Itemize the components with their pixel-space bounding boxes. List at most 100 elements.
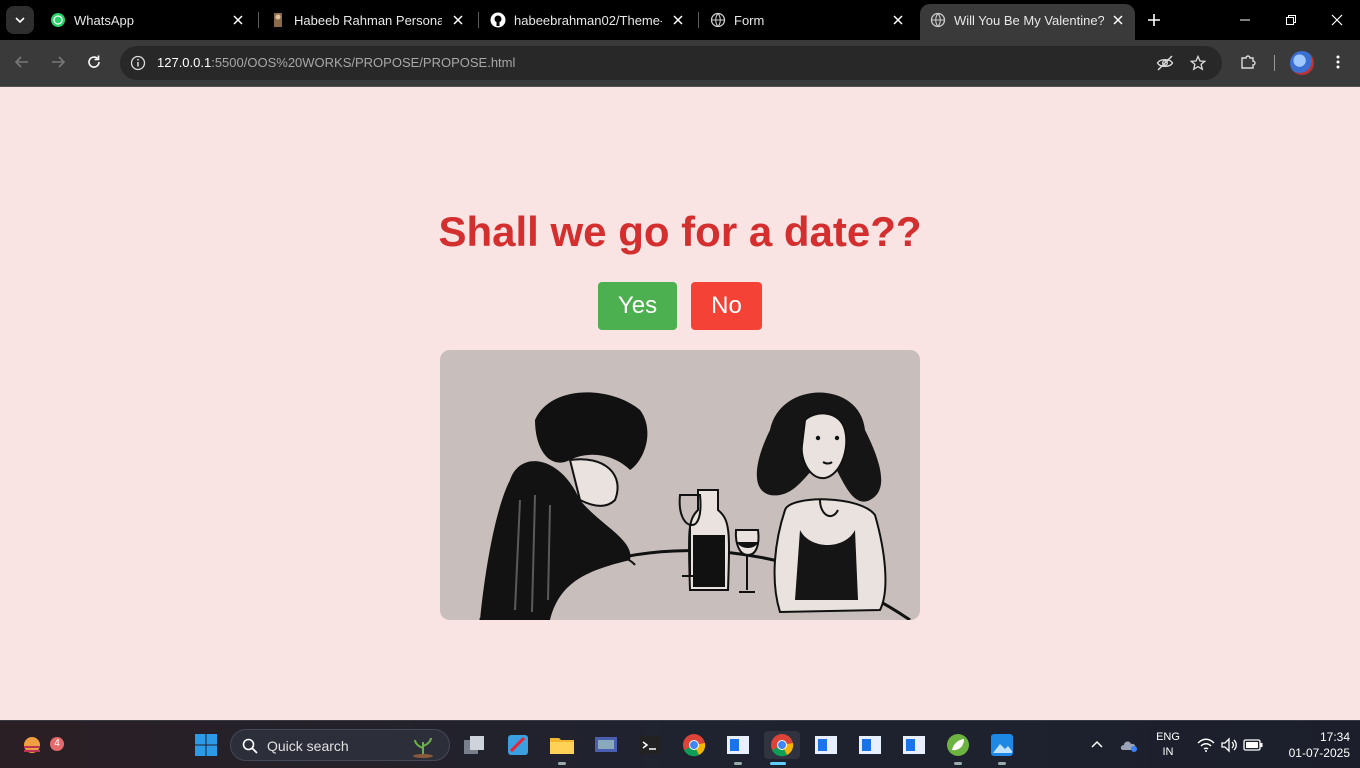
close-window-button[interactable] [1327, 10, 1347, 30]
chrome-button[interactable] [680, 731, 708, 759]
more-vertical-icon [1336, 55, 1340, 69]
restore-button[interactable] [1281, 10, 1301, 30]
close-icon[interactable] [1110, 12, 1126, 28]
running-indicator [954, 762, 962, 765]
close-icon[interactable] [670, 12, 686, 28]
language-indicator[interactable]: ENG IN [1152, 730, 1184, 760]
windows-taskbar: 4 Quick search ENG IN 17:34 01-07-2025 [0, 720, 1360, 768]
whatsapp-icon [51, 13, 65, 27]
close-icon [1331, 14, 1343, 26]
tab-github[interactable]: habeebrahman02/Theme-to [480, 0, 696, 40]
battery-tray[interactable] [1243, 735, 1263, 755]
close-icon[interactable] [450, 12, 466, 28]
app-window-icon [903, 736, 925, 754]
active-indicator [770, 762, 786, 765]
site-info-button[interactable] [128, 53, 148, 73]
url-host: 127.0.0.1 [157, 55, 212, 70]
plus-icon [1148, 14, 1160, 26]
file-explorer-button[interactable] [548, 731, 576, 765]
wifi-icon [1197, 738, 1215, 752]
taskbar-app-window-3[interactable] [856, 731, 884, 759]
tab-whatsapp[interactable]: WhatsApp [40, 0, 256, 40]
app-window-icon [727, 736, 749, 754]
portrait-favicon [274, 13, 282, 27]
clock-date: 01-07-2025 [1288, 746, 1350, 760]
tab-separator [698, 12, 699, 28]
close-icon[interactable] [890, 12, 906, 28]
terminal-icon [639, 736, 661, 754]
wifi-tray[interactable] [1196, 735, 1216, 755]
taskbar-app-window-2[interactable] [812, 731, 840, 759]
forward-button[interactable] [48, 52, 68, 72]
windows-logo-icon [195, 734, 217, 756]
arrow-left-icon [14, 56, 28, 68]
tab-habeeb-portfolio[interactable]: Habeeb Rahman Personal Po [260, 0, 476, 40]
chrome-active-button[interactable] [764, 731, 800, 765]
running-indicator [734, 762, 742, 765]
browser-toolbar: 127.0.0.1:5500/OOS%20WORKS/PROPOSE/PROPO… [0, 40, 1360, 87]
leaf-app-icon [947, 734, 969, 756]
couple-illustration-image [440, 350, 920, 620]
address-bar[interactable]: 127.0.0.1:5500/OOS%20WORKS/PROPOSE/PROPO… [120, 46, 1222, 80]
battery-icon [1243, 739, 1263, 751]
couple-at-table-illustration [440, 350, 920, 620]
weather-icon [24, 737, 40, 753]
globe-icon [710, 12, 726, 28]
eye-off-button[interactable] [1155, 53, 1175, 73]
system-clock[interactable]: 17:34 01-07-2025 [1270, 729, 1350, 761]
reload-button[interactable] [84, 52, 104, 72]
language-code: ENG [1156, 731, 1180, 743]
start-button[interactable] [192, 731, 220, 759]
reload-icon [88, 55, 100, 68]
url-text[interactable]: 127.0.0.1:5500/OOS%20WORKS/PROPOSE/PROPO… [157, 55, 515, 70]
taskbar-app-drawing[interactable] [504, 731, 532, 759]
terminal-button[interactable] [636, 731, 664, 759]
monitor-app-icon [595, 737, 617, 752]
onedrive-tray[interactable] [1119, 735, 1139, 755]
github-icon [490, 12, 506, 28]
cloud-icon [1120, 741, 1137, 752]
taskbar-app-window-1[interactable] [724, 731, 752, 765]
toolbar-divider [1274, 55, 1275, 71]
eye-off-icon [1156, 55, 1174, 71]
taskbar-app-monitor[interactable] [592, 731, 620, 759]
menu-button[interactable] [1328, 52, 1348, 72]
page-title: Shall we go for a date?? [438, 208, 922, 255]
globe-icon [930, 12, 946, 28]
tab-search-button[interactable] [6, 6, 34, 34]
search-label: Quick search [267, 738, 349, 754]
language-region: IN [1162, 746, 1174, 758]
restore-icon [1286, 15, 1296, 25]
task-view-button[interactable] [460, 731, 488, 759]
new-tab-button[interactable] [1144, 10, 1164, 30]
chrome-icon [771, 734, 794, 757]
profile-avatar[interactable] [1290, 51, 1314, 75]
app-window-icon [859, 736, 881, 754]
tab-valentine-active[interactable]: Will You Be My Valentine? [920, 4, 1135, 40]
taskbar-app-window-4[interactable] [900, 731, 928, 759]
tab-form[interactable]: Form [700, 0, 916, 40]
tab-title: habeebrahman02/Theme-to [514, 13, 662, 28]
search-icon [242, 738, 258, 754]
photos-icon [991, 734, 1013, 756]
running-indicator [558, 762, 566, 765]
taskbar-search[interactable]: Quick search [230, 729, 450, 761]
minimize-button[interactable] [1235, 10, 1255, 30]
back-button[interactable] [12, 52, 32, 72]
extensions-button[interactable] [1238, 52, 1258, 72]
close-icon[interactable] [230, 12, 246, 28]
tab-separator [258, 12, 259, 28]
app-window-icon [815, 736, 837, 754]
taskbar-app-photos[interactable] [988, 731, 1016, 765]
bookmark-button[interactable] [1188, 53, 1208, 73]
clock-time: 17:34 [1319, 730, 1350, 744]
no-button[interactable]: No [691, 282, 762, 330]
tab-title: Habeeb Rahman Personal Po [294, 13, 442, 28]
show-hidden-icons-button[interactable] [1087, 735, 1107, 755]
taskbar-app-leaf[interactable] [944, 731, 972, 765]
tab-strip: WhatsApp Habeeb Rahman Personal Po habee… [0, 0, 1360, 40]
yes-button[interactable]: Yes [598, 282, 677, 330]
weather-widget[interactable]: 4 [18, 731, 64, 759]
tab-separator [478, 12, 479, 28]
volume-tray[interactable] [1219, 735, 1239, 755]
